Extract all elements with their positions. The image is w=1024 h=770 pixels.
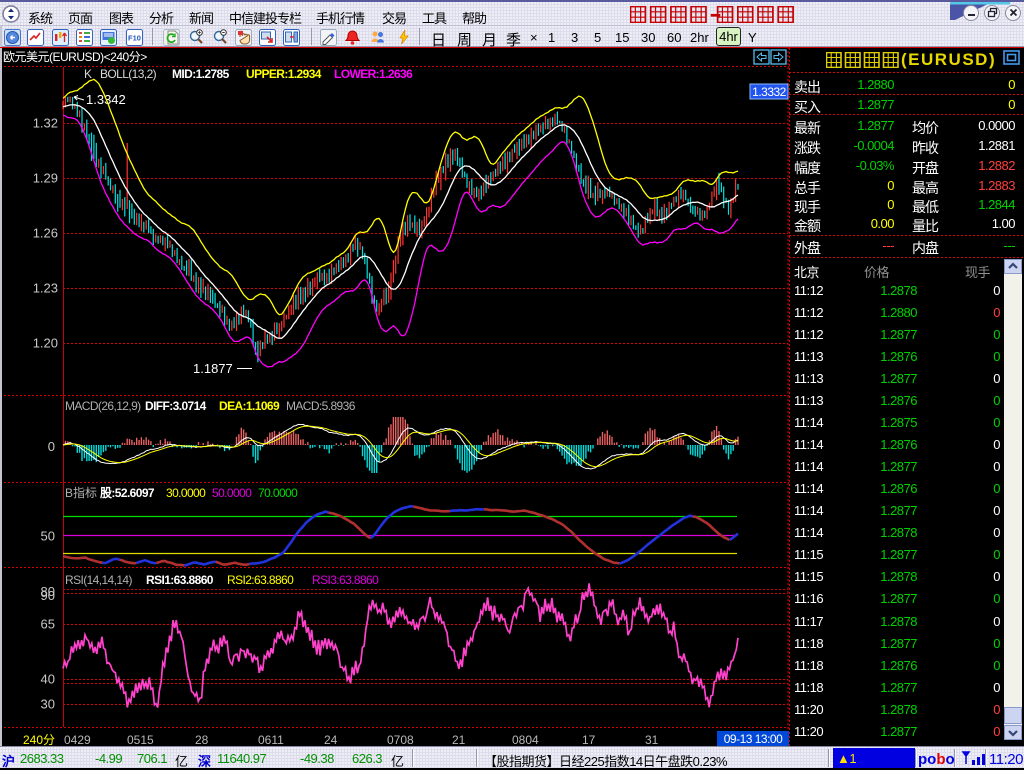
svg-text:RSI(14,14,14): RSI(14,14,14) (65, 573, 133, 587)
svg-text:0708: 0708 (387, 733, 414, 746)
svg-text:90: 90 (41, 588, 55, 603)
svg-text:RSI3:63.8860: RSI3:63.8860 (312, 573, 379, 587)
svg-text:30.0000: 30.0000 (166, 486, 206, 500)
svg-text:LOWER:1.2636: LOWER:1.2636 (334, 67, 413, 81)
svg-text:1.26: 1.26 (33, 226, 58, 241)
svg-text:1.3332: 1.3332 (752, 85, 787, 99)
svg-text:240分: 240分 (23, 733, 55, 746)
svg-text:24: 24 (324, 733, 338, 746)
svg-text:0: 0 (48, 439, 55, 454)
svg-text:1.32: 1.32 (33, 116, 58, 131)
svg-text:DIFF:3.0714: DIFF:3.0714 (145, 399, 207, 413)
svg-text:31: 31 (645, 733, 659, 746)
svg-text:BOLL(13,2): BOLL(13,2) (100, 67, 157, 81)
svg-text:K: K (84, 67, 92, 81)
svg-text:RSI1:63.8860: RSI1:63.8860 (146, 573, 214, 587)
svg-text:MACD(26,12,9): MACD(26,12,9) (65, 399, 141, 413)
svg-text:0804: 0804 (512, 733, 539, 746)
svg-text:欧元美元(EURUSD)<240分>: 欧元美元(EURUSD)<240分> (3, 50, 147, 64)
svg-text:17: 17 (582, 733, 596, 746)
svg-text:F10: F10 (128, 34, 141, 43)
svg-text:MID:1.2785: MID:1.2785 (172, 67, 230, 81)
svg-text:1.20: 1.20 (33, 336, 58, 351)
svg-text:50.0000: 50.0000 (212, 486, 252, 500)
svg-text:B指标: B指标 (65, 485, 97, 500)
svg-text:30: 30 (41, 697, 55, 712)
svg-text:28: 28 (195, 733, 209, 746)
svg-text:0611: 0611 (258, 733, 284, 746)
svg-text:0515: 0515 (127, 733, 154, 746)
svg-text:RSI2:63.8860: RSI2:63.8860 (227, 573, 294, 587)
svg-text:UPPER:1.2934: UPPER:1.2934 (246, 67, 322, 81)
svg-text:1.23: 1.23 (33, 281, 58, 296)
svg-text:70.0000: 70.0000 (258, 486, 298, 500)
svg-text:65: 65 (41, 617, 55, 632)
svg-text:09-13 13:00: 09-13 13:00 (724, 732, 783, 746)
svg-text:50: 50 (41, 529, 55, 544)
svg-text:40: 40 (41, 672, 55, 687)
svg-text:MACD:5.8936: MACD:5.8936 (286, 399, 356, 413)
svg-text:DEA:1.1069: DEA:1.1069 (219, 399, 280, 413)
svg-text:1.1877: 1.1877 (193, 361, 233, 376)
svg-text:0429: 0429 (64, 733, 91, 746)
svg-text:股:52.6097: 股:52.6097 (100, 485, 155, 500)
svg-text:1.29: 1.29 (33, 171, 58, 186)
svg-text:21: 21 (452, 733, 466, 746)
